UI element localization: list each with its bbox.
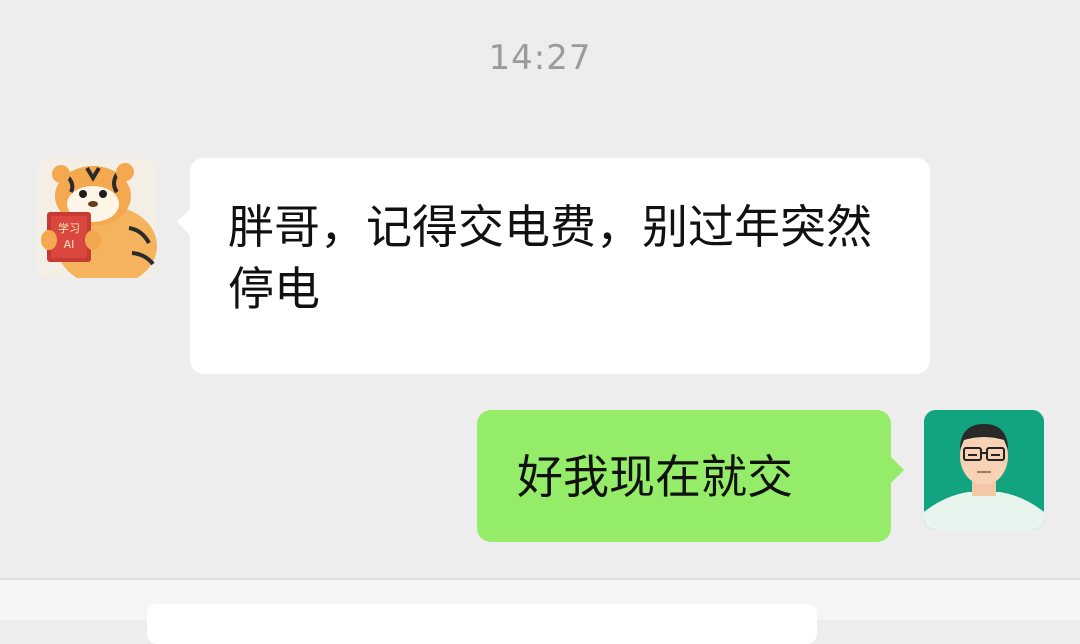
man-with-glasses-icon	[924, 410, 1044, 530]
incoming-message-text: 胖哥，记得交电费，别过年突然停电	[228, 200, 872, 316]
outgoing-message-text: 好我现在就交	[517, 450, 793, 504]
chat-area[interactable]: 14:27 学习 AI 胖哥，记得交电费，别过年突然停电 好我现在就交	[0, 0, 1080, 578]
user-avatar[interactable]	[924, 410, 1044, 530]
outgoing-message-bubble[interactable]: 好我现在就交	[477, 410, 904, 542]
svg-text:AI: AI	[64, 238, 75, 251]
bubble-tail-left	[177, 208, 191, 236]
input-toolbar	[0, 578, 1080, 644]
incoming-message-bubble[interactable]: 胖哥，记得交电费，别过年突然停电	[177, 158, 930, 374]
message-input[interactable]	[147, 604, 817, 644]
bubble-tail-right	[890, 456, 904, 484]
tiger-icon: 学习 AI	[37, 158, 157, 278]
svg-text:学习: 学习	[58, 221, 80, 235]
tiger-avatar[interactable]: 学习 AI	[37, 158, 157, 278]
message-timestamp: 14:27	[488, 38, 592, 78]
